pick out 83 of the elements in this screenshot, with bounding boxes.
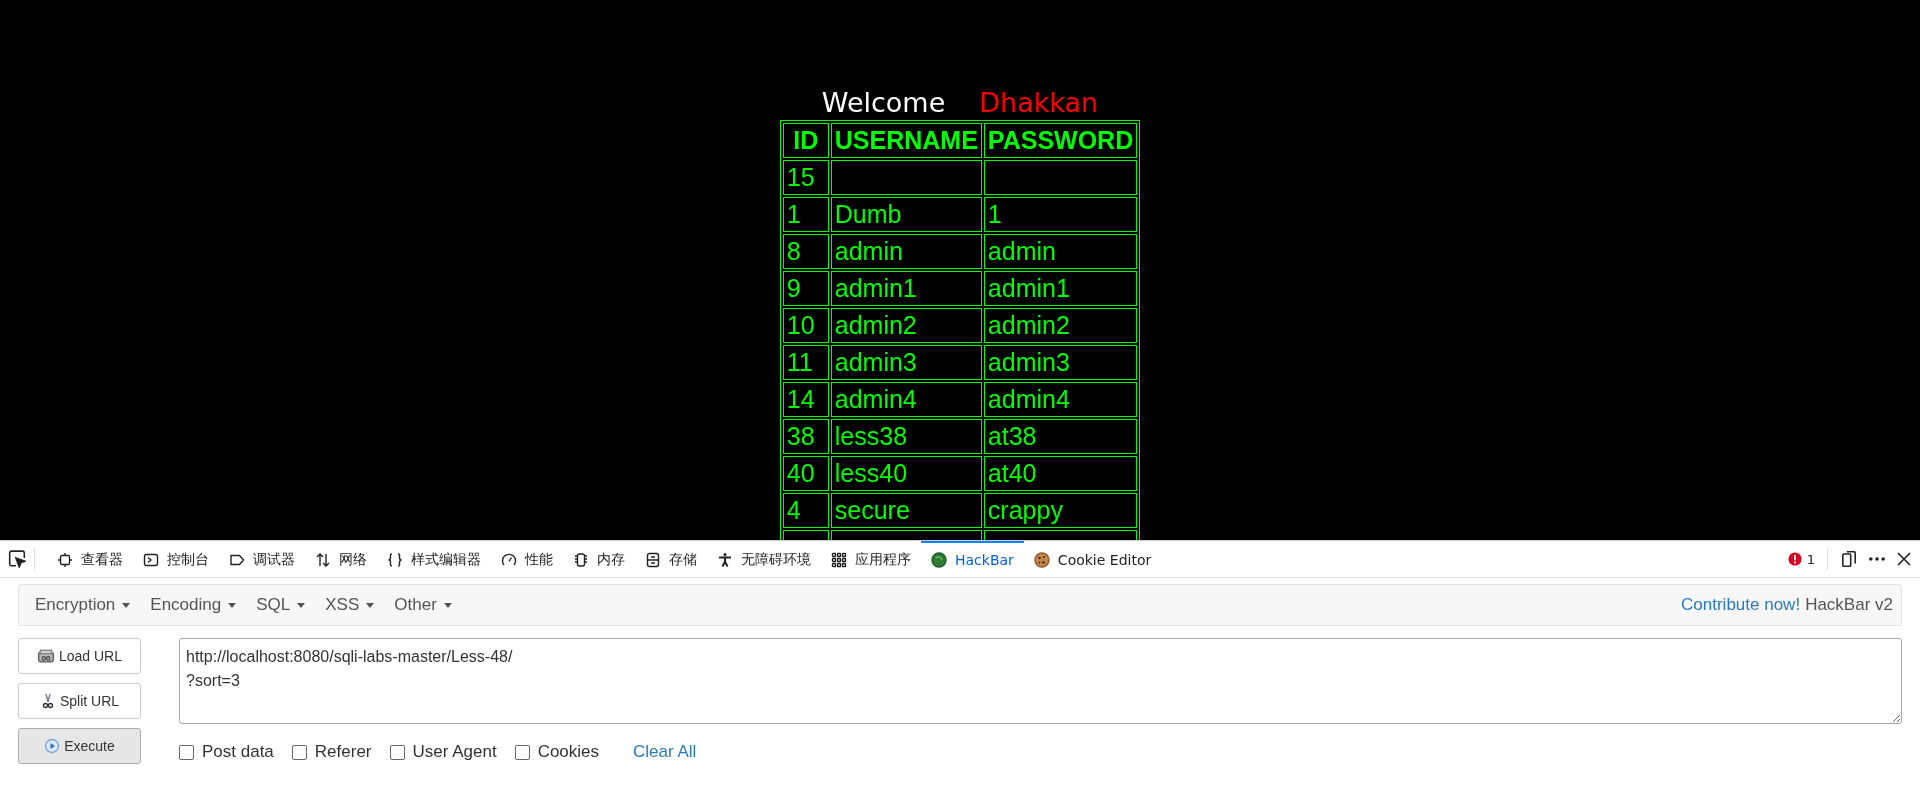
table-cell: crappy	[983, 493, 1138, 528]
checkbox-label[interactable]: Cookies	[537, 742, 600, 762]
inspector-icon	[57, 552, 73, 568]
devtools-tab[interactable]: 内存	[563, 541, 635, 577]
table-cell: admin4	[830, 382, 982, 417]
menu-dropdown[interactable]: Encryption	[27, 595, 139, 615]
table-cell: at38	[983, 419, 1138, 454]
checkbox-label[interactable]: Referer	[314, 742, 372, 762]
devtools-tab[interactable]: 控制台	[133, 541, 219, 577]
column-header: ID	[782, 123, 829, 158]
devtools-tab[interactable]: 应用程序	[821, 541, 921, 577]
table-cell: less40	[830, 456, 982, 491]
toolbar-button[interactable]: Split URL	[18, 683, 141, 719]
table-cell: admin2	[830, 308, 982, 343]
checkbox[interactable]	[389, 744, 405, 760]
menu-dropdown[interactable]: Other	[386, 595, 460, 615]
version-text: HackBar v2	[1805, 595, 1893, 615]
table-cell: admin	[983, 234, 1138, 269]
table-cell: admin1	[983, 271, 1138, 306]
table-cell: 10	[782, 308, 829, 343]
table-cell: admin4	[983, 382, 1138, 417]
table-cell: 4	[782, 493, 829, 528]
welcome-text: Welcome	[821, 86, 946, 120]
table-cell: 40	[782, 456, 829, 491]
toolbar-button[interactable]: Load URL	[18, 638, 141, 674]
table-cell: secure	[830, 493, 982, 528]
devtools-tab[interactable]: 存储	[635, 541, 707, 577]
devtools-tab[interactable]: 调试器	[219, 541, 305, 577]
console-icon	[143, 552, 159, 568]
devtools-tab[interactable]: Cookie Editor	[1023, 541, 1162, 577]
devtools-tab[interactable]: 无障碍环境	[707, 541, 821, 577]
table-cell: admin3	[830, 345, 982, 380]
table-cell: 1	[983, 197, 1138, 232]
table-cell: 14	[782, 382, 829, 417]
menu-dropdown[interactable]: Encoding	[142, 595, 245, 615]
toolbar-button[interactable]: Execute	[18, 728, 141, 764]
table-cell: 1	[782, 197, 829, 232]
cookie-icon	[1033, 552, 1050, 568]
memory-icon	[573, 552, 589, 568]
table-cell: less38	[830, 419, 982, 454]
grid-icon	[831, 552, 847, 568]
contribute-link[interactable]: Contribute now!	[1681, 595, 1801, 615]
devtools-tab[interactable]: HackBar	[921, 541, 1024, 577]
tag-icon	[229, 552, 245, 568]
play-icon	[44, 738, 61, 754]
devtools-tab[interactable]: 查看器	[47, 541, 133, 577]
table-cell: admin1	[830, 271, 982, 306]
menu-dropdown[interactable]: XSS	[317, 595, 383, 615]
column-header: USERNAME	[830, 123, 982, 158]
clear-all-link[interactable]: Clear All	[633, 742, 697, 762]
devtools-tab[interactable]: 网络	[305, 541, 377, 577]
element-picker-icon[interactable]	[8, 550, 26, 568]
table-cell: 38	[782, 419, 829, 454]
table-cell: 15	[782, 160, 829, 195]
column-header: PASSWORD	[983, 123, 1138, 158]
person-icon	[717, 552, 733, 568]
storage-icon	[645, 552, 661, 568]
close-icon[interactable]	[1896, 551, 1912, 567]
network-icon	[315, 552, 331, 568]
table-cell: at40	[983, 456, 1138, 491]
checkbox[interactable]	[514, 744, 530, 760]
checkbox[interactable]	[291, 744, 307, 760]
ball-icon	[931, 552, 947, 568]
table-cell: admin2	[983, 308, 1138, 343]
table-cell: 9	[782, 271, 829, 306]
table-cell: admin	[830, 234, 982, 269]
devtools-tab[interactable]: 样式编辑器	[377, 541, 491, 577]
drive-icon	[36, 647, 55, 665]
devtools-tab[interactable]: 性能	[491, 541, 563, 577]
table-cell: Dumb	[830, 197, 982, 232]
checkbox[interactable]	[179, 744, 194, 760]
username-text: Dhakkan	[979, 86, 1099, 120]
gauge-icon	[501, 552, 517, 568]
error-count[interactable]: 1	[1787, 551, 1815, 567]
checkbox-label[interactable]: User Agent	[412, 742, 497, 762]
table-cell: 8	[782, 234, 829, 269]
braces-icon	[387, 552, 403, 568]
menu-dropdown[interactable]: SQL	[248, 595, 314, 615]
table-cell: 11	[782, 345, 829, 380]
checkbox-label[interactable]: Post data	[202, 742, 274, 762]
responsive-icon	[1840, 550, 1858, 568]
url-field[interactable]: http://localhost:8080/sqli-labs-master/Less-48/ ?sort=3	[179, 638, 1902, 724]
table-cell: admin3	[983, 345, 1138, 380]
